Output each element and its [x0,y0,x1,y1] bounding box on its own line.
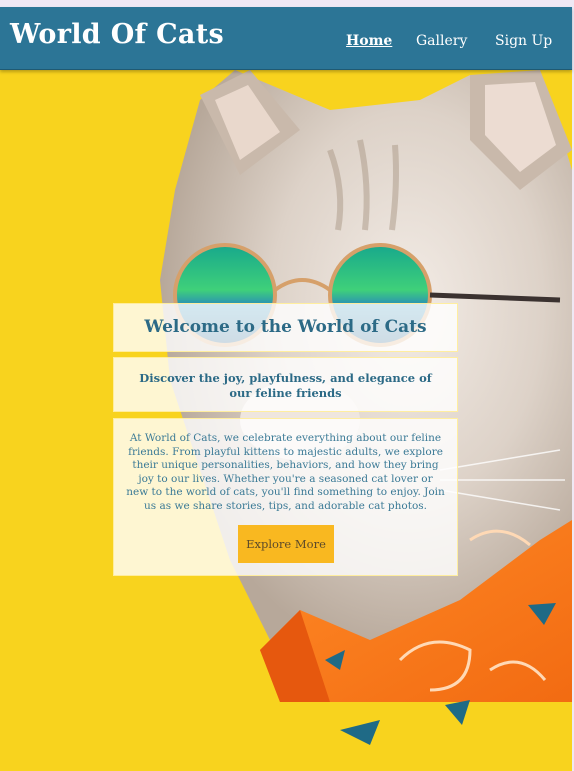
nav-sign-up[interactable]: Sign Up [495,33,552,49]
top-strip [0,0,574,7]
welcome-card: Welcome to the World of Cats [113,303,458,352]
explore-more-button[interactable]: Explore More [238,525,334,563]
hero-description: At World of Cats, we celebrate everythin… [126,432,445,512]
nav-gallery[interactable]: Gallery [416,33,467,49]
nav-home[interactable]: Home [346,33,392,49]
navbar: World Of Cats Home Gallery Sign Up [0,7,572,70]
site-logo[interactable]: World Of Cats [10,19,224,50]
hero-subtitle: Discover the joy, playfulness, and elega… [139,371,432,400]
page: World Of Cats Home Gallery Sign Up Welco… [0,0,574,771]
subtitle-card: Discover the joy, playfulness, and elega… [113,357,458,412]
description-card: At World of Cats, we celebrate everythin… [113,418,458,576]
hero-title: Welcome to the World of Cats [144,317,427,337]
